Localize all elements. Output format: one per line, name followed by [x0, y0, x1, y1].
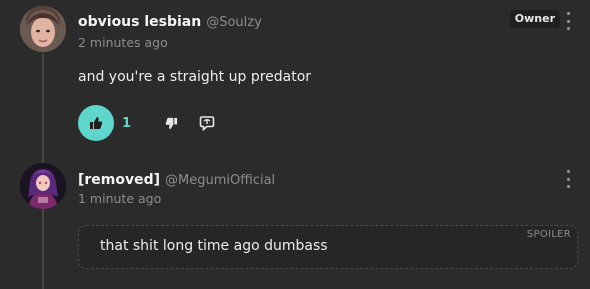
- dislike-button[interactable]: [160, 112, 182, 134]
- author-handle[interactable]: @MegumiOfficial: [165, 173, 275, 188]
- comment: obvious lesbian @Soulzy 2 minutes ago Own…: [0, 0, 590, 150]
- owner-badge: Owner: [509, 10, 560, 28]
- author-name[interactable]: [removed]: [78, 172, 160, 188]
- thumbs-down-icon: [165, 117, 177, 129]
- author-name[interactable]: obvious lesbian: [78, 14, 201, 30]
- like-button[interactable]: [78, 105, 114, 141]
- spoiler-box[interactable]: SPOILER that shit long time ago dumbass: [78, 225, 578, 269]
- spoiler-label: SPOILER: [526, 229, 571, 240]
- author-handle[interactable]: @Soulzy: [206, 15, 262, 30]
- author-line: obvious lesbian @Soulzy: [78, 11, 262, 30]
- timestamp: 2 minutes ago: [78, 35, 168, 50]
- avatar[interactable]: [20, 163, 66, 209]
- comment-thread: obvious lesbian @Soulzy 2 minutes ago Own…: [0, 0, 590, 289]
- thumbs-up-icon: [90, 117, 103, 129]
- comment-text: that shit long time ago dumbass: [100, 238, 328, 254]
- reply-button[interactable]: [196, 112, 218, 134]
- comment-text: and you're a straight up predator: [78, 69, 312, 85]
- more-options-icon[interactable]: [564, 170, 572, 188]
- like-count: 1: [122, 115, 132, 131]
- more-options-icon[interactable]: [564, 12, 572, 30]
- author-line: [removed] @MegumiOfficial: [78, 169, 275, 188]
- comment: [removed] @MegumiOfficial 1 minute ago SP…: [0, 158, 590, 289]
- timestamp: 1 minute ago: [78, 191, 162, 206]
- reply-bubble-icon: [199, 116, 215, 131]
- comment-actions: 1: [78, 104, 218, 142]
- avatar[interactable]: [20, 6, 66, 52]
